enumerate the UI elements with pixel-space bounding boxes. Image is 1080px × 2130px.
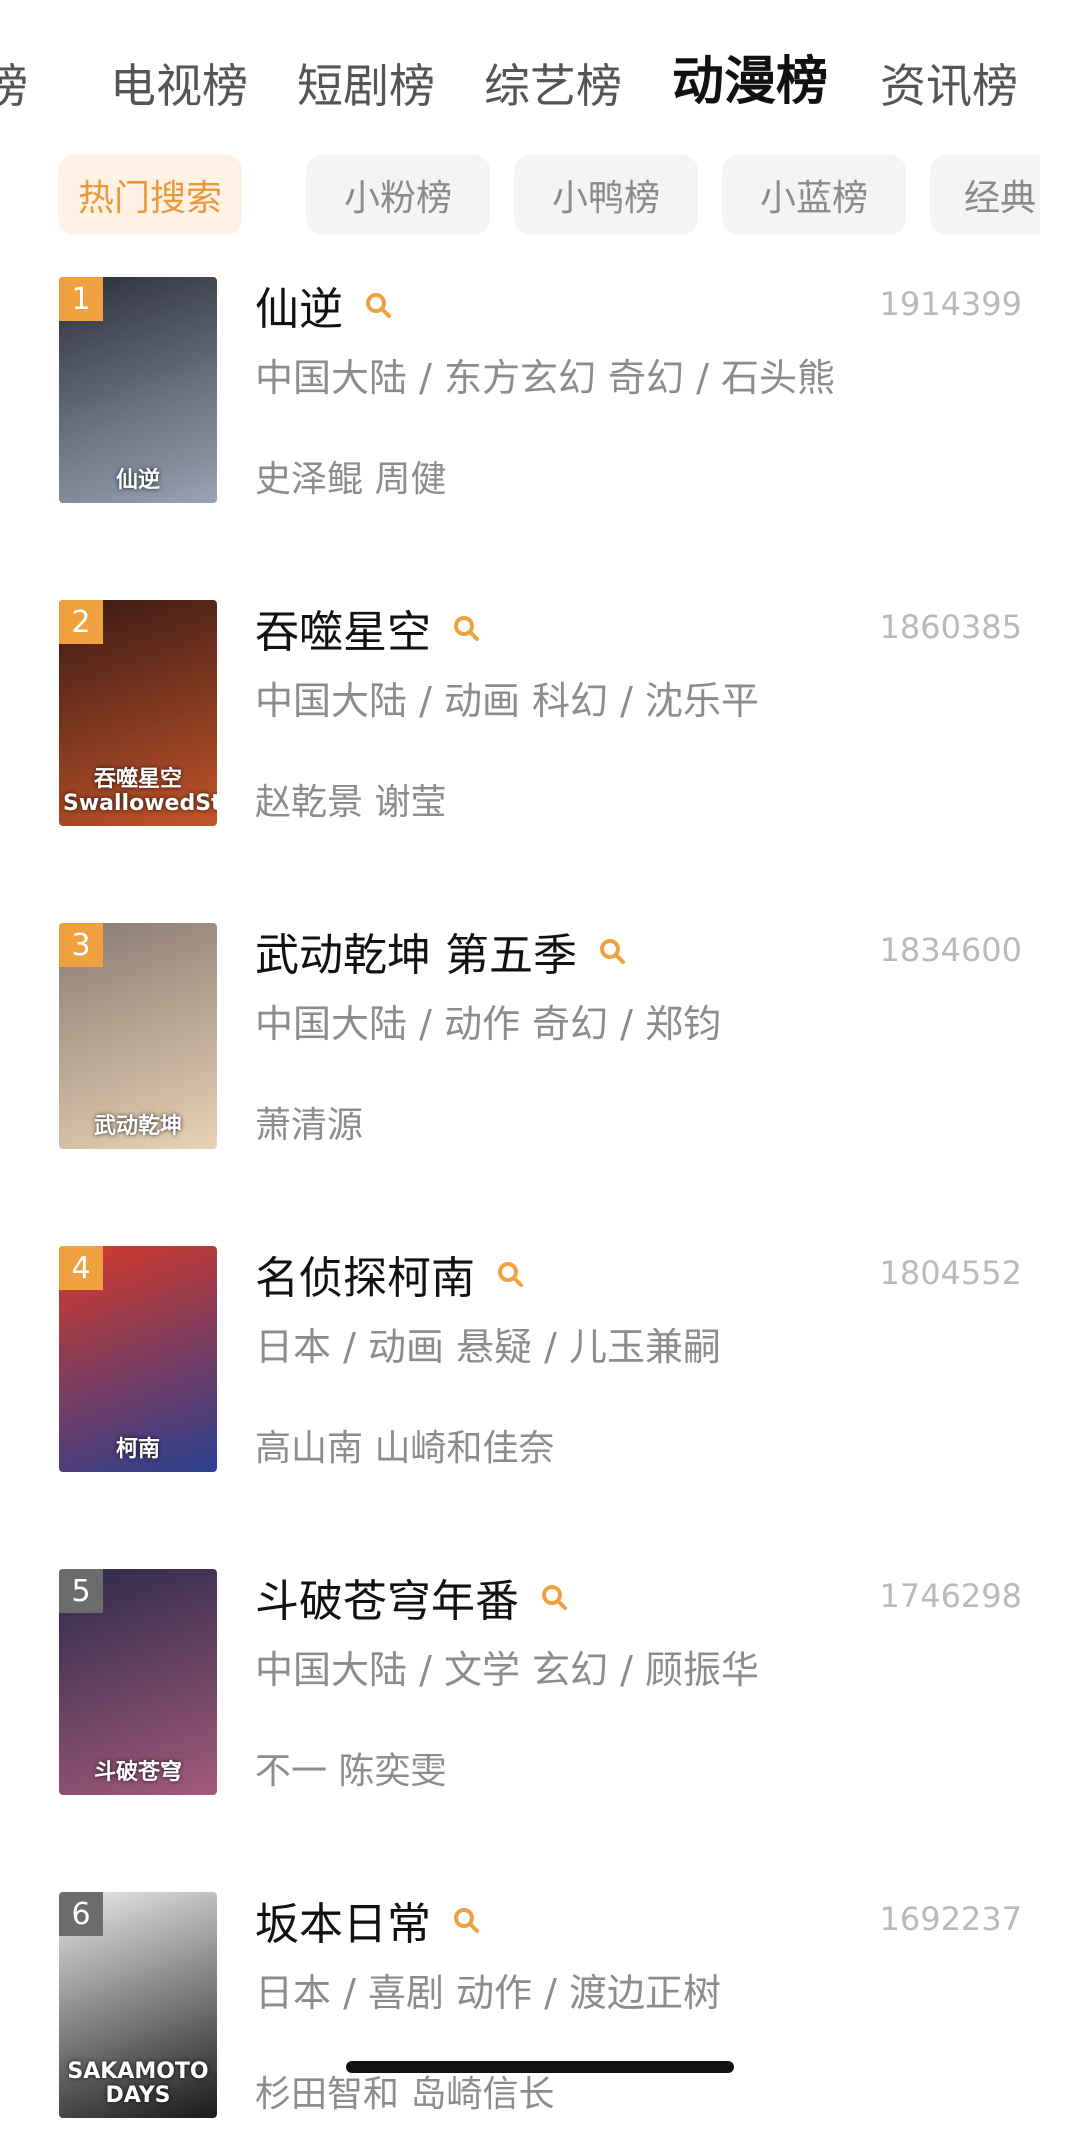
rank-badge: 5 xyxy=(59,1569,103,1613)
item-meta: 中国大陆 / 动作 奇幻 / 郑钧 xyxy=(255,1002,722,1046)
title-line: 武动乾坤 第五季 xyxy=(255,921,627,981)
item-title[interactable]: 名侦探柯南 xyxy=(255,1242,475,1306)
title-line: 名侦探柯南 xyxy=(255,1244,525,1304)
tab-news[interactable]: 资讯榜 xyxy=(880,56,1018,116)
item-cast: 不一 陈奕雯 xyxy=(255,1751,447,1792)
poster-caption: 仙逆 xyxy=(115,468,160,493)
search-icon[interactable] xyxy=(363,290,393,320)
list-item[interactable]: 仙逆 1 仙逆 1914399 中国大陆 / 东方玄幻 奇幻 / 石头熊 史泽鲲… xyxy=(0,275,1080,515)
list-item[interactable]: SAKAMOTO DAYS 6 坂本日常 1692237 日本 / 喜剧 动作 … xyxy=(0,1890,1080,2130)
poster-image[interactable]: 斗破苍穹 5 xyxy=(59,1569,217,1795)
item-title[interactable]: 武动乾坤 第五季 xyxy=(255,919,577,983)
item-title[interactable]: 吞噬星空 xyxy=(255,596,431,660)
item-meta: 中国大陆 / 文学 玄幻 / 顾振华 xyxy=(255,1648,760,1692)
search-count: 1692237 xyxy=(879,1900,1022,1938)
list-item[interactable]: 斗破苍穹 5 斗破苍穹年番 1746298 中国大陆 / 文学 玄幻 / 顾振华… xyxy=(0,1567,1080,1807)
item-title[interactable]: 仙逆 xyxy=(255,273,343,337)
list-item[interactable]: 武动乾坤 3 武动乾坤 第五季 1834600 中国大陆 / 动作 奇幻 / 郑… xyxy=(0,921,1080,1161)
chip-pink-list[interactable]: 小粉榜 xyxy=(306,155,490,235)
title-line: 坂本日常 xyxy=(255,1890,481,1950)
item-cast: 萧清源 xyxy=(255,1105,364,1146)
item-title[interactable]: 斗破苍穹年番 xyxy=(255,1565,519,1629)
rank-badge: 2 xyxy=(59,600,103,644)
tab-variety[interactable]: 综艺榜 xyxy=(484,56,622,116)
chip-duck-list[interactable]: 小鸭榜 xyxy=(514,155,698,235)
tab-tv[interactable]: 电视榜 xyxy=(110,56,248,116)
item-meta: 中国大陆 / 东方玄幻 奇幻 / 石头熊 xyxy=(255,356,836,400)
poster-caption: 吞噬星空 SwallowedStar xyxy=(63,767,217,816)
title-line: 仙逆 xyxy=(255,275,393,335)
tab-short-drama[interactable]: 短剧榜 xyxy=(297,56,435,116)
poster-caption: 武动乾坤 xyxy=(93,1114,182,1139)
poster-caption: 斗破苍穹 xyxy=(93,1760,182,1785)
rank-badge: 4 xyxy=(59,1246,103,1290)
rank-badge: 3 xyxy=(59,923,103,967)
item-meta: 日本 / 动画 悬疑 / 儿玉兼嗣 xyxy=(255,1325,722,1369)
search-count: 1834600 xyxy=(879,931,1022,969)
title-line: 吞噬星空 xyxy=(255,598,481,658)
chip-blue-list[interactable]: 小蓝榜 xyxy=(722,155,906,235)
search-icon[interactable] xyxy=(597,936,627,966)
tab-anime[interactable]: 动漫榜 xyxy=(672,52,828,112)
chip-hot-search[interactable]: 热门搜索 xyxy=(58,155,242,235)
search-icon[interactable] xyxy=(495,1259,525,1289)
home-indicator xyxy=(346,2061,734,2073)
item-title[interactable]: 坂本日常 xyxy=(255,1888,431,1952)
filter-chips: 热门搜索 小粉榜 小鸭榜 小蓝榜 经典 xyxy=(0,155,1040,240)
rank-badge: 6 xyxy=(59,1892,103,1936)
list-item[interactable]: 吞噬星空 SwallowedStar 2 吞噬星空 1860385 中国大陆 /… xyxy=(0,598,1080,838)
item-cast: 赵乾景 谢莹 xyxy=(255,782,447,823)
category-tabs: 榜 电视榜 短剧榜 综艺榜 动漫榜 资讯榜 xyxy=(0,0,1080,150)
poster-image[interactable]: SAKAMOTO DAYS 6 xyxy=(59,1892,217,2118)
item-cast: 高山南 山崎和佳奈 xyxy=(255,1428,555,1469)
title-line: 斗破苍穹年番 xyxy=(255,1567,569,1627)
search-count: 1746298 xyxy=(879,1577,1022,1615)
rank-badge: 1 xyxy=(59,277,103,321)
search-icon[interactable] xyxy=(539,1582,569,1612)
search-count: 1804552 xyxy=(879,1254,1022,1292)
item-meta: 日本 / 喜剧 动作 / 渡边正树 xyxy=(255,1971,722,2015)
poster-image[interactable]: 仙逆 1 xyxy=(59,277,217,503)
search-count: 1860385 xyxy=(879,608,1022,646)
poster-image[interactable]: 柯南 4 xyxy=(59,1246,217,1472)
tab-partial[interactable]: 榜 xyxy=(0,56,28,116)
search-count: 1914399 xyxy=(879,285,1022,323)
poster-caption: SAKAMOTO DAYS xyxy=(67,2059,209,2108)
poster-caption: 柯南 xyxy=(115,1437,160,1462)
item-meta: 中国大陆 / 动画 科幻 / 沈乐平 xyxy=(255,679,760,723)
list-item[interactable]: 柯南 4 名侦探柯南 1804552 日本 / 动画 悬疑 / 儿玉兼嗣 高山南… xyxy=(0,1244,1080,1484)
poster-image[interactable]: 吞噬星空 SwallowedStar 2 xyxy=(59,600,217,826)
poster-image[interactable]: 武动乾坤 3 xyxy=(59,923,217,1149)
search-icon[interactable] xyxy=(451,613,481,643)
search-icon[interactable] xyxy=(451,1905,481,1935)
chip-classic[interactable]: 经典 xyxy=(930,155,1040,235)
item-cast: 史泽鲲 周健 xyxy=(255,459,447,500)
